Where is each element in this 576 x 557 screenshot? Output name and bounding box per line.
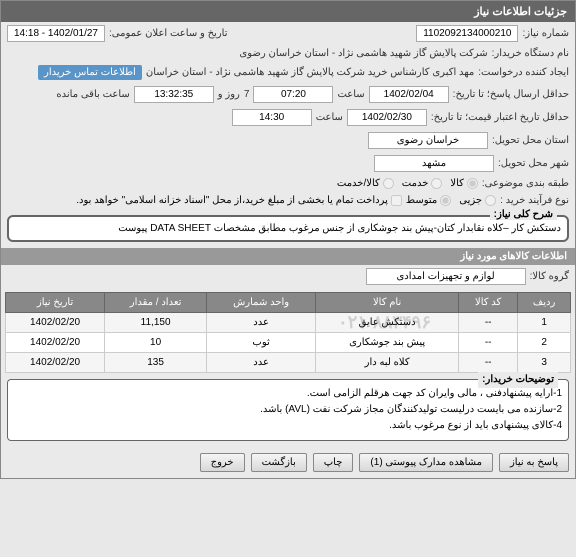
th-unit: واحد شمارش xyxy=(207,293,316,313)
validity-time: 14:30 xyxy=(232,109,312,126)
buyer-value: شرکت پالایش گاز شهید هاشمی نژاد - استان … xyxy=(239,48,487,59)
table-row: 2--پیش بند جوشکاریثوب101402/02/20 xyxy=(6,333,571,353)
description-box: شرح کلی نیاز: دستکش کار –کلاه نقابدار کت… xyxy=(7,215,569,242)
creator-label: ایجاد کننده درخواست: xyxy=(478,67,569,78)
deadline-time: 07:20 xyxy=(253,86,333,103)
buyer-notes-label: توضیحات خریدار: xyxy=(478,372,558,388)
deadline-label: حداقل ارسال پاسخ؛ تا تاریخ: xyxy=(453,89,569,100)
table-row: 3--کلاه لبه دارعدد1351402/02/20 xyxy=(6,353,571,373)
buyer-notes-box: توضیحات خریدار: 1-ارايه پيشنهادفنی ، مال… xyxy=(7,379,569,441)
items-table: ردیف کد کالا نام کالا واحد شمارش تعداد /… xyxy=(5,292,571,373)
days-value: 7 xyxy=(244,89,250,100)
items-section-header: اطلاعات کالاهای مورد نیاز xyxy=(1,248,575,265)
radio-both[interactable]: کالا/خدمت xyxy=(337,178,394,189)
req-number-label: شماره نیاز: xyxy=(522,28,569,39)
time-label-1: ساعت xyxy=(337,89,364,100)
validity-label: حداقل تاریخ اعتبار قیمت؛ تا تاریخ: xyxy=(431,112,569,123)
category-label: طبقه بندی موضوعی: xyxy=(482,178,569,189)
radio-medium[interactable]: متوسط xyxy=(406,195,451,206)
province-value: خراسان رضوی xyxy=(368,132,488,149)
validity-date: 1402/02/30 xyxy=(347,109,427,126)
th-row: ردیف xyxy=(518,293,571,313)
description-text: دستکش کار –کلاه نقابدار کتان-پیش بند جوش… xyxy=(15,223,561,234)
process-label: نوع فرآیند خرید : xyxy=(500,195,569,206)
city-value: مشهد xyxy=(374,155,494,172)
back-button[interactable]: بازگشت xyxy=(251,453,307,472)
buyer-label: نام دستگاه خریدار: xyxy=(492,48,569,59)
announce-label: تاریخ و ساعت اعلان عمومی: xyxy=(109,28,228,39)
city-label: شهر محل تحویل: xyxy=(498,158,569,169)
exit-button[interactable]: خروج xyxy=(200,453,245,472)
creator-value: مهد اکبری کارشناس خرید شرکت پالایش گاز ش… xyxy=(146,67,474,78)
payment-checkbox[interactable]: پرداخت تمام یا بخشی از مبلغ خرید،از محل … xyxy=(76,195,402,206)
radio-kala[interactable]: کالا xyxy=(450,178,478,189)
attachments-button[interactable]: مشاهده مدارک پیوستی (1) xyxy=(359,453,493,472)
print-button[interactable]: چاپ xyxy=(313,453,354,472)
contact-info-badge[interactable]: اطلاعات تماس خریدار xyxy=(38,65,142,80)
announce-value: 1402/01/27 - 14:18 xyxy=(7,25,105,42)
days-label: روز و xyxy=(218,89,240,100)
th-name: نام کالا xyxy=(316,293,459,313)
group-value: لوازم و تجهیزات امدادی xyxy=(366,268,526,285)
note-line: 4-کالای پیشنهادی باید از نوع مرغوب باشد. xyxy=(14,418,562,434)
radio-khedmat[interactable]: خدمت xyxy=(402,178,443,189)
remaining-time: 13:32:35 xyxy=(134,86,214,103)
time-label-2: ساعت xyxy=(316,112,343,123)
description-label: شرح کلی نیاز: xyxy=(490,209,557,220)
th-qty: تعداد / مقدار xyxy=(105,293,207,313)
province-label: استان محل تحویل: xyxy=(492,135,569,146)
group-label: گروه کالا: xyxy=(530,271,569,282)
table-row: 1--دستکش عایقعدد11,1501402/02/20 xyxy=(6,313,571,333)
note-line: 1-ارايه پيشنهادفنی ، مالی وايران كد جهت … xyxy=(14,386,562,402)
remaining-label: ساعت باقی مانده xyxy=(56,89,129,100)
th-code: کد کالا xyxy=(459,293,518,313)
th-date: تاریخ نیاز xyxy=(6,293,105,313)
reply-button[interactable]: پاسخ به نیاز xyxy=(499,453,569,472)
deadline-date: 1402/02/04 xyxy=(369,86,449,103)
req-number-value: 1102092134000210 xyxy=(416,25,518,42)
note-line: 2-سازنده می بايست درليست توليدكنندگان مج… xyxy=(14,402,562,418)
radio-small[interactable]: جزیی xyxy=(459,195,496,206)
page-title: جزئیات اطلاعات نیاز xyxy=(1,1,575,22)
